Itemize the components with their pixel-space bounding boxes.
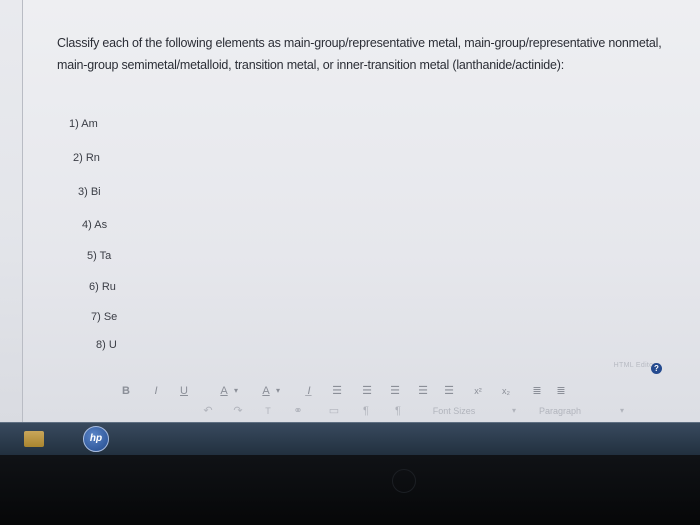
help-icon[interactable]: ? — [651, 363, 662, 374]
subscript-button[interactable]: x₂ — [498, 383, 514, 399]
bold-button[interactable]: B — [120, 383, 132, 399]
font-color-button[interactable]: A — [218, 383, 230, 399]
list-item: 3) Bi — [78, 186, 101, 198]
underline-button[interactable]: U — [178, 383, 190, 399]
image-icon[interactable]: ▭ — [328, 403, 340, 419]
paragraph-mark-icon[interactable]: ¶ — [392, 403, 404, 419]
question-text: Classify each of the following elements … — [57, 36, 662, 72]
align-left-icon[interactable]: ☰ — [330, 383, 344, 399]
numbered-list-icon[interactable]: ≣ — [554, 383, 568, 399]
font-sizes-select[interactable]: Font Sizes — [424, 403, 484, 419]
outdent-icon[interactable]: ☰ — [442, 383, 456, 399]
monitor-bezel — [0, 455, 700, 525]
list-item: 6) Ru — [89, 281, 116, 293]
paragraph-select[interactable]: Paragraph — [530, 403, 590, 419]
bg-color-button[interactable]: A — [260, 383, 272, 399]
list-item: 4) As — [82, 219, 108, 231]
list-item: 7) Se — [91, 311, 118, 323]
bulleted-list-icon[interactable]: ≣ — [530, 383, 544, 399]
chevron-down-icon[interactable]: ▾ — [510, 403, 518, 419]
editor-toolbar: B I U A ▾ A ▾ I̲ ☰ ☰ ☰ ☰ ☰ x² x₂ ≣ ≣ ↶ ↷… — [90, 383, 670, 422]
paragraph-mark-icon[interactable]: ¶ — [360, 403, 372, 419]
hp-logo[interactable]: hp — [83, 426, 109, 452]
text-icon[interactable]: T — [262, 403, 274, 419]
chevron-down-icon[interactable]: ▾ — [618, 403, 626, 419]
hp-bezel-logo-icon — [392, 469, 416, 493]
link-icon[interactable]: ⚭ — [292, 403, 304, 419]
list-item: 2) Rn — [73, 152, 100, 164]
italic-button[interactable]: I — [150, 383, 162, 399]
question-panel: Classify each of the following elements … — [22, 0, 700, 422]
list-item: 5) Ta — [87, 250, 112, 262]
clear-format-button[interactable]: I̲ — [302, 383, 316, 399]
taskbar: hp — [0, 422, 700, 455]
html-editor-link[interactable]: HTML Editor — [614, 362, 656, 369]
superscript-button[interactable]: x² — [470, 383, 486, 399]
chevron-down-icon[interactable]: ▾ — [232, 383, 240, 399]
align-center-icon[interactable]: ☰ — [360, 383, 374, 399]
folder-icon[interactable] — [24, 431, 44, 447]
chevron-down-icon[interactable]: ▾ — [274, 383, 282, 399]
browser-screen: Classify each of the following elements … — [0, 0, 700, 422]
indent-icon[interactable]: ☰ — [416, 383, 430, 399]
undo-icon[interactable]: ↶ — [202, 403, 214, 419]
redo-icon[interactable]: ↷ — [232, 403, 244, 419]
align-right-icon[interactable]: ☰ — [388, 383, 402, 399]
list-item: 8) U — [96, 339, 117, 351]
list-item: 1) Am — [69, 118, 98, 130]
